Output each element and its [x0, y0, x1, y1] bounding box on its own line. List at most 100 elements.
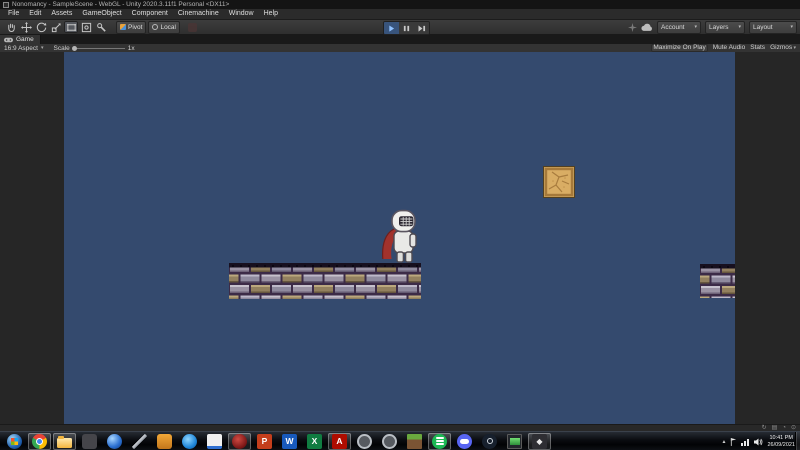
- taskbar-explorer[interactable]: [53, 432, 76, 450]
- unity-logo-icon: [3, 1, 9, 8]
- menu-cinemachine[interactable]: Cinemachine: [173, 9, 224, 19]
- layout-dropdown[interactable]: Layout: [749, 20, 797, 34]
- layout-label: Layout: [753, 23, 773, 31]
- dark-app-icon: [82, 433, 97, 449]
- local-label: Local: [160, 23, 176, 31]
- local-toggle-button[interactable]: Local: [148, 20, 180, 34]
- cloud-icon[interactable]: [641, 23, 653, 32]
- transform-tool[interactable]: [79, 21, 93, 33]
- local-icon: [152, 24, 159, 30]
- taskbar-discord[interactable]: [453, 433, 476, 450]
- taskbar-pen-app[interactable]: [128, 433, 151, 450]
- editor-app-icon: [207, 433, 222, 449]
- taskbar-excel[interactable]: X: [303, 433, 326, 450]
- tab-game[interactable]: Game: [0, 35, 41, 44]
- taskbar-satchel-app[interactable]: [153, 433, 176, 450]
- menu-file[interactable]: File: [3, 9, 24, 19]
- round-app-1-icon: [357, 433, 372, 449]
- unity-editor-window: Nonomancy - SampleScene - WebGL - Unity …: [0, 0, 800, 450]
- account-label: Account: [661, 23, 685, 31]
- taskbar-monitor-app[interactable]: [503, 433, 526, 450]
- stats-button[interactable]: Stats: [750, 44, 765, 52]
- title-bar: Nonomancy - SampleScene - WebGL - Unity …: [0, 0, 800, 9]
- layers-label: Layers: [709, 23, 729, 31]
- taskbar-windows-start[interactable]: [3, 433, 26, 450]
- word-icon: W: [282, 433, 297, 449]
- menu-component[interactable]: Component: [127, 9, 173, 19]
- maximize-on-play-button[interactable]: Maximize On Play: [651, 44, 708, 52]
- aspect-label: 16:9 Aspect: [4, 44, 38, 52]
- taskbar-round-app-1[interactable]: [353, 433, 376, 450]
- mute-audio-button[interactable]: Mute Audio: [713, 44, 746, 52]
- snap-grid-icon[interactable]: [188, 22, 197, 32]
- action-center-icon[interactable]: [730, 437, 737, 446]
- menu-gameobject[interactable]: GameObject: [77, 9, 126, 19]
- record-app-icon: [232, 433, 247, 449]
- tool-group: [3, 21, 108, 33]
- tray-expand-icon[interactable]: ▲: [722, 439, 727, 445]
- menu-assets[interactable]: Assets: [46, 9, 77, 19]
- taskbar-word[interactable]: W: [278, 433, 301, 450]
- pivot-label: Pivot: [128, 23, 143, 31]
- rotate-tool[interactable]: [34, 21, 48, 33]
- taskbar-spotify[interactable]: [428, 432, 451, 450]
- taskbar-powerpoint[interactable]: P: [253, 433, 276, 450]
- pivot-toggle-button[interactable]: Pivot: [116, 20, 147, 34]
- taskbar-round-app-2[interactable]: [378, 433, 401, 450]
- aspect-dropdown[interactable]: 16:9 Aspect: [0, 45, 48, 52]
- play-button[interactable]: [384, 22, 399, 34]
- move-tool[interactable]: [19, 21, 33, 33]
- game-scene[interactable]: [64, 52, 735, 424]
- layers-dropdown[interactable]: Layers: [705, 20, 745, 34]
- taskbar-blue-orb-app[interactable]: [103, 433, 126, 450]
- taskbar-blue-badge-app[interactable]: [178, 433, 201, 450]
- satchel-app-icon: [157, 433, 172, 449]
- steam-icon: [482, 433, 497, 449]
- explorer-icon: [57, 435, 72, 448]
- hand-tool[interactable]: [4, 21, 18, 33]
- discord-icon: [457, 433, 472, 449]
- tab-game-label: Game: [16, 36, 34, 43]
- stone-crate: [543, 166, 575, 198]
- taskbar-acrobat[interactable]: A: [328, 432, 351, 450]
- acrobat-icon: A: [332, 433, 347, 449]
- taskbar-chrome[interactable]: [28, 432, 51, 450]
- gizmos-dropdown[interactable]: Gizmos: [770, 44, 796, 52]
- round-app-2-icon: [382, 433, 397, 449]
- taskbar-clock[interactable]: 10:41 PM 26/09/2021: [767, 435, 795, 448]
- taskbar-editor-app[interactable]: [203, 433, 226, 450]
- collab-icon[interactable]: [628, 22, 637, 32]
- taskbar-minecraft[interactable]: [403, 433, 426, 450]
- brick-platform-main: [229, 263, 421, 299]
- taskbar-dark-app[interactable]: [78, 433, 101, 450]
- tab-strip: Game: [0, 35, 800, 44]
- menu-bar: File Edit Assets GameObject Component Cinemac…: [0, 9, 800, 20]
- spotify-icon: [432, 433, 447, 449]
- custom-tool[interactable]: [94, 21, 108, 33]
- monitor-app-icon: [507, 433, 522, 449]
- taskbar-unity-editor[interactable]: [528, 432, 551, 450]
- minecraft-icon: [407, 433, 422, 449]
- rect-tool[interactable]: [64, 21, 78, 33]
- network-icon[interactable]: [741, 438, 750, 446]
- scale-slider[interactable]: [71, 45, 125, 51]
- excel-icon: X: [307, 433, 322, 449]
- main-toolbar: Pivot Local Account ▾ Layers ▾ Layout ▾: [0, 20, 800, 35]
- pause-button[interactable]: [399, 22, 414, 34]
- taskbar-steam[interactable]: [478, 433, 501, 450]
- menu-help[interactable]: Help: [259, 9, 283, 19]
- system-tray: ▲ 10:41 PM 26/09/2021: [722, 432, 795, 450]
- scale-label: Scale: [53, 44, 70, 52]
- volume-icon[interactable]: [754, 438, 763, 446]
- menu-window[interactable]: Window: [224, 9, 259, 19]
- menu-edit[interactable]: Edit: [24, 9, 46, 19]
- taskbar-record-app[interactable]: [228, 432, 251, 450]
- clock-time: 10:41 PM: [769, 435, 793, 441]
- windows-taskbar: PWXA ▲ 10:41 PM 26/09/2021: [0, 431, 800, 450]
- step-button[interactable]: [414, 22, 429, 34]
- blue-orb-app-icon: [107, 433, 122, 449]
- show-desktop-button[interactable]: [795, 432, 800, 450]
- scale-tool[interactable]: [49, 21, 63, 33]
- scale-slider-knob[interactable]: [71, 45, 77, 51]
- account-dropdown[interactable]: Account: [657, 20, 701, 34]
